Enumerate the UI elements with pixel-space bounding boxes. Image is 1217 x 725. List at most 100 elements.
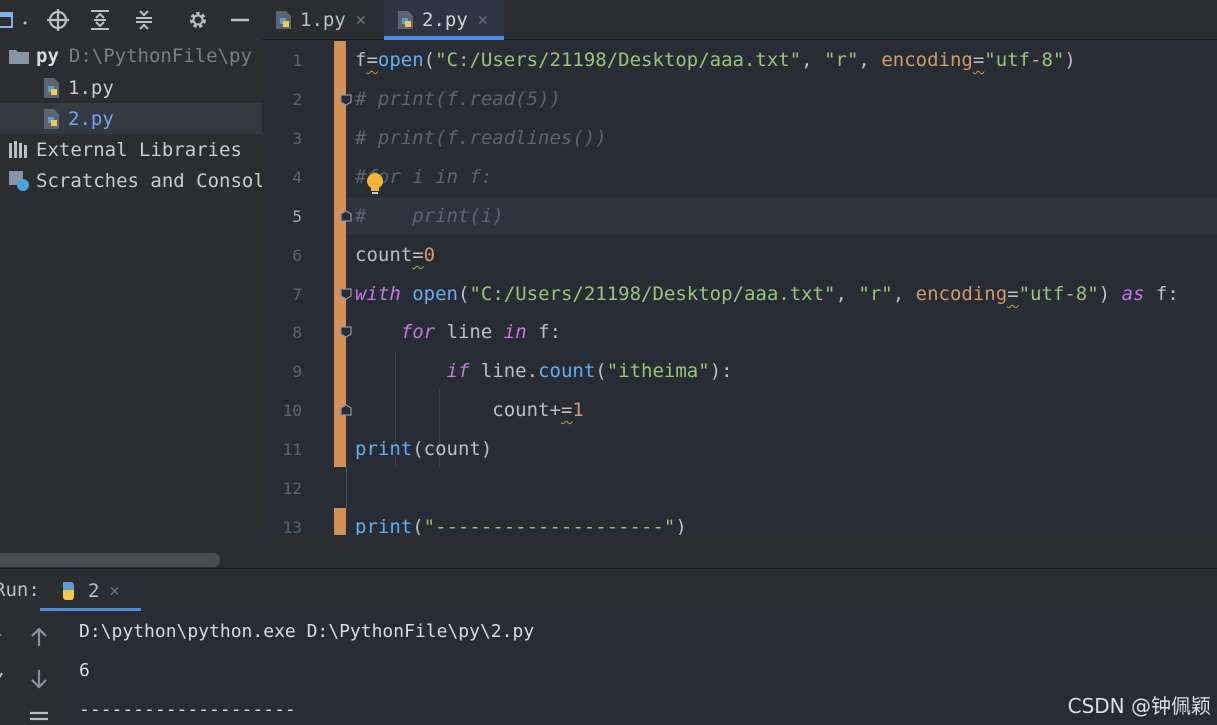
code-line[interactable]: # print(f.readlines()): [355, 119, 607, 157]
code-token: 0: [423, 244, 436, 266]
console-output-line: --------------------: [79, 699, 296, 720]
rerun-icon[interactable]: [0, 623, 6, 647]
code-line[interactable]: # print(i): [355, 197, 504, 235]
code-token: :: [721, 360, 733, 382]
tree-item-1-py[interactable]: 1.py: [0, 72, 262, 103]
code-token: line: [446, 321, 493, 343]
run-console[interactable]: D:\python\python.exe D:\PythonFile\py\2.…: [0, 611, 1217, 725]
run-tool-window-header: Run: 2 ✕: [0, 568, 1217, 612]
close-icon[interactable]: ✕: [478, 10, 488, 30]
code-token: (: [412, 516, 424, 535]
code-token: "r": [824, 49, 859, 71]
run-tab-label: 2: [88, 579, 100, 602]
code-line[interactable]: f=open("C:/Users/21198/Desktop/aaa.txt",…: [355, 41, 1076, 79]
code-line[interactable]: for line in f:: [355, 313, 561, 351]
code-token: "utf-8": [984, 49, 1065, 71]
locate-icon[interactable]: [46, 8, 70, 32]
code-token: count: [538, 360, 596, 382]
code-token: "utf-8": [1018, 283, 1099, 305]
tree-item-label: External Libraries: [36, 138, 242, 161]
horizontal-scrollbar[interactable]: [0, 553, 220, 567]
console-output-line: 6: [79, 660, 90, 681]
code-token: ,: [835, 283, 847, 305]
code-token: encoding: [915, 283, 1008, 305]
code-line[interactable]: count+=1: [355, 391, 584, 429]
code-token: :: [1167, 283, 1179, 305]
python-file-icon: [398, 11, 413, 29]
tree-item-path: D:\PythonFile\py: [68, 44, 252, 67]
fold-marker-icon[interactable]: [340, 326, 352, 338]
vcs-change-marker[interactable]: [334, 508, 346, 535]
code-token: 1: [572, 399, 584, 421]
tab-1-py[interactable]: 1.py ✕: [262, 0, 380, 40]
tree-item-scratches[interactable]: Scratches and Consoles: [0, 165, 262, 196]
code-line[interactable]: if line.count("itheima"):: [355, 352, 733, 390]
fold-marker-icon[interactable]: [340, 288, 352, 300]
tab-label: 2.py: [422, 9, 468, 31]
project-view-icon[interactable]: [0, 8, 16, 32]
code-line[interactable]: print("--------------------"): [355, 508, 687, 535]
hide-icon[interactable]: [228, 8, 252, 32]
libraries-icon: [8, 139, 30, 161]
dropdown-dots-icon[interactable]: [18, 8, 32, 32]
code-token: count: [355, 244, 413, 266]
line-number: 3: [292, 129, 302, 148]
code-comment: # print(i): [355, 205, 504, 227]
lightbulb-icon[interactable]: [364, 172, 386, 196]
settings-icon[interactable]: [186, 8, 210, 32]
tree-item-2-py[interactable]: 2.py: [0, 103, 262, 134]
run-label: Run:: [0, 579, 40, 601]
code-token: ): [1098, 283, 1111, 305]
line-number: 4: [292, 168, 302, 187]
code-token: in: [503, 321, 527, 343]
edit-config-icon[interactable]: [0, 666, 6, 690]
close-icon[interactable]: ✕: [356, 10, 366, 30]
tree-item-external-libraries[interactable]: External Libraries: [0, 134, 262, 165]
code-token: with: [355, 283, 401, 305]
fold-end-marker-icon[interactable]: [340, 404, 352, 416]
code-token: open: [412, 283, 458, 305]
tree-item-root-folder[interactable]: py D:\PythonFile\py: [0, 40, 262, 71]
scratches-icon: [8, 170, 30, 192]
code-token: ): [675, 516, 687, 535]
code-token: "r": [858, 283, 893, 305]
fold-marker-icon[interactable]: [340, 94, 352, 106]
code-token: "C:/Users/21198/Desktop/aaa.txt": [435, 49, 802, 71]
code-token: =: [972, 49, 985, 71]
code-editor[interactable]: 1 2 3 4 5 6 7 8 9 10 11 12 13 f=open("C:…: [262, 41, 1217, 535]
expand-all-icon[interactable]: [88, 8, 112, 32]
code-token: (: [595, 360, 607, 382]
line-number: 7: [292, 285, 302, 304]
code-token: (: [423, 49, 436, 71]
code-line[interactable]: with open("C:/Users/21198/Desktop/aaa.tx…: [355, 275, 1179, 313]
close-icon[interactable]: ✕: [109, 581, 119, 601]
arrow-up-icon[interactable]: [27, 625, 51, 649]
code-token: =: [412, 244, 424, 266]
code-line[interactable]: print(count): [355, 430, 492, 468]
code-token: for: [400, 321, 436, 343]
line-number: 11: [282, 440, 302, 459]
code-line[interactable]: count=0: [355, 236, 435, 274]
fold-end-marker-icon[interactable]: [340, 210, 352, 222]
run-tab[interactable]: 2 ✕: [40, 569, 141, 612]
tree-item-label: 2.py: [68, 107, 114, 130]
code-comment: # print(f.read(5)): [355, 88, 561, 110]
soft-wrap-icon[interactable]: [27, 707, 51, 725]
python-file-icon: [40, 108, 62, 130]
project-tool-window: py D:\PythonFile\py 1.py 2.py External L…: [0, 0, 262, 568]
collapse-all-icon[interactable]: [132, 8, 156, 32]
code-token: =: [366, 49, 378, 71]
console-output-line: D:\python\python.exe D:\PythonFile\py\2.…: [79, 621, 535, 642]
code-token: f: [1155, 283, 1168, 305]
arrow-down-icon[interactable]: [27, 667, 51, 691]
code-line[interactable]: # print(f.read(5)): [355, 80, 561, 118]
code-token: ): [1064, 49, 1076, 71]
tab-2-py[interactable]: 2.py ✕: [384, 0, 504, 40]
code-token: (: [457, 283, 470, 305]
